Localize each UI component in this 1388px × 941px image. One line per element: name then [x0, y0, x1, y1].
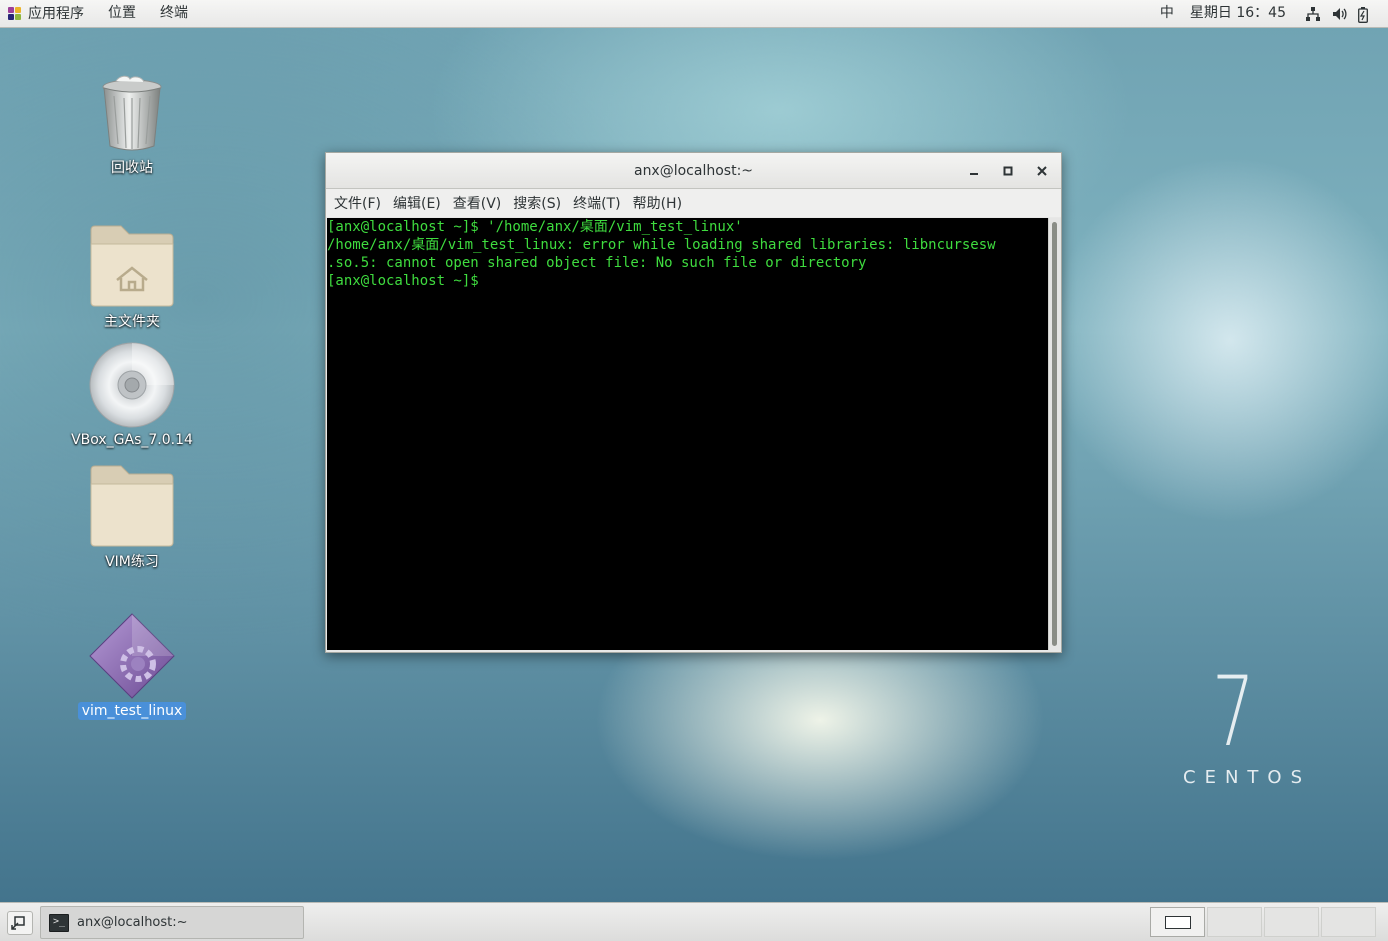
terminal-menubar: 文件(F) 编辑(E) 查看(V) 搜索(S) 终端(T) 帮助(H) [326, 189, 1061, 217]
applications-logo-icon [8, 6, 22, 21]
taskbar-window-label: anx@localhost:~ [77, 915, 188, 930]
home-folder-icon [89, 224, 175, 308]
terminal-app-menu[interactable]: 终端 [148, 0, 200, 27]
bottom-panel: >_ anx@localhost:~ [0, 902, 1388, 941]
minimize-icon [970, 173, 978, 175]
desktop-icon-cd[interactable]: VBox_GAs_7.0.14 [67, 341, 197, 449]
battery-icon[interactable] [1358, 6, 1372, 23]
desktop-icon-vim-test-linux[interactable]: vim_test_linux [67, 612, 197, 720]
workspace-2[interactable] [1207, 907, 1262, 937]
desktop-icon-trash[interactable]: 回收站 [67, 74, 197, 178]
applications-menu[interactable]: 应用程序 [0, 0, 96, 27]
trash-icon [100, 74, 164, 154]
desktop-icon-label: 回收站 [111, 160, 153, 176]
terminal-scrollbar[interactable] [1048, 218, 1061, 650]
terminal-output[interactable]: [anx@localhost ~]$ '/home/anx/桌面/vim_tes… [327, 218, 1048, 650]
terminal-line: .so.5: cannot open shared object file: N… [327, 255, 867, 271]
workspace-4[interactable] [1321, 907, 1376, 937]
desktop-icon-home-folder[interactable]: 主文件夹 [67, 224, 197, 332]
terminal-titlebar[interactable]: anx@localhost:~ [326, 153, 1061, 189]
top-panel: 应用程序 位置 终端 中 星期日 16：45 [0, 0, 1388, 28]
terminal-window[interactable]: anx@localhost:~ 文件(F) 编辑(E) 查看(V) 搜索(S) … [325, 152, 1062, 653]
desktop-icon-vim-folder[interactable]: VIM练习 [67, 464, 197, 572]
workspace-3[interactable] [1264, 907, 1319, 937]
menu-terminal[interactable]: 终端(T) [567, 193, 626, 213]
centos-wordmark: CENTOS [1183, 767, 1311, 788]
executable-icon [88, 612, 176, 700]
centos-version-watermark: 7 [1212, 656, 1255, 768]
clock[interactable]: 星期日 16：45 [1182, 0, 1300, 27]
menu-view[interactable]: 查看(V) [447, 193, 508, 213]
show-desktop-icon [11, 916, 25, 930]
maximize-button[interactable] [998, 161, 1018, 181]
terminal-title: anx@localhost:~ [633, 162, 754, 179]
close-button[interactable] [1032, 161, 1052, 181]
workspace-1[interactable] [1150, 907, 1205, 937]
close-icon [1037, 166, 1047, 176]
terminal-line: [anx@localhost ~]$ '/home/anx/桌面/vim_tes… [327, 219, 743, 235]
minimize-button[interactable] [964, 161, 984, 181]
places-menu[interactable]: 位置 [96, 0, 148, 27]
desktop-icon-label: VIM练习 [105, 554, 159, 570]
folder-icon [89, 464, 175, 548]
desktop-icon-label: VBox_GAs_7.0.14 [71, 432, 193, 448]
menu-file[interactable]: 文件(F) [328, 193, 387, 213]
terminal-line: /home/anx/桌面/vim_test_linux: error while… [327, 237, 996, 253]
desktop-icon-label: 主文件夹 [104, 314, 160, 330]
menu-help[interactable]: 帮助(H) [627, 193, 688, 213]
applications-menu-label: 应用程序 [28, 5, 84, 22]
workspace-window-preview [1165, 916, 1191, 929]
input-method-indicator[interactable]: 中 [1152, 0, 1182, 27]
volume-icon[interactable] [1332, 7, 1347, 21]
desktop-icon-label: vim_test_linux [77, 702, 187, 720]
show-desktop-button[interactable] [7, 911, 33, 935]
taskbar-terminal-button[interactable]: >_ anx@localhost:~ [40, 906, 304, 939]
maximize-icon [1003, 166, 1013, 176]
terminal-app-icon: >_ [49, 913, 69, 932]
cd-icon [88, 341, 176, 429]
scrollbar-thumb[interactable] [1052, 222, 1057, 646]
menu-edit[interactable]: 编辑(E) [387, 193, 447, 213]
menu-search[interactable]: 搜索(S) [507, 193, 567, 213]
network-icon[interactable] [1306, 6, 1320, 21]
terminal-prompt-line: [anx@localhost ~]$ [327, 273, 488, 289]
